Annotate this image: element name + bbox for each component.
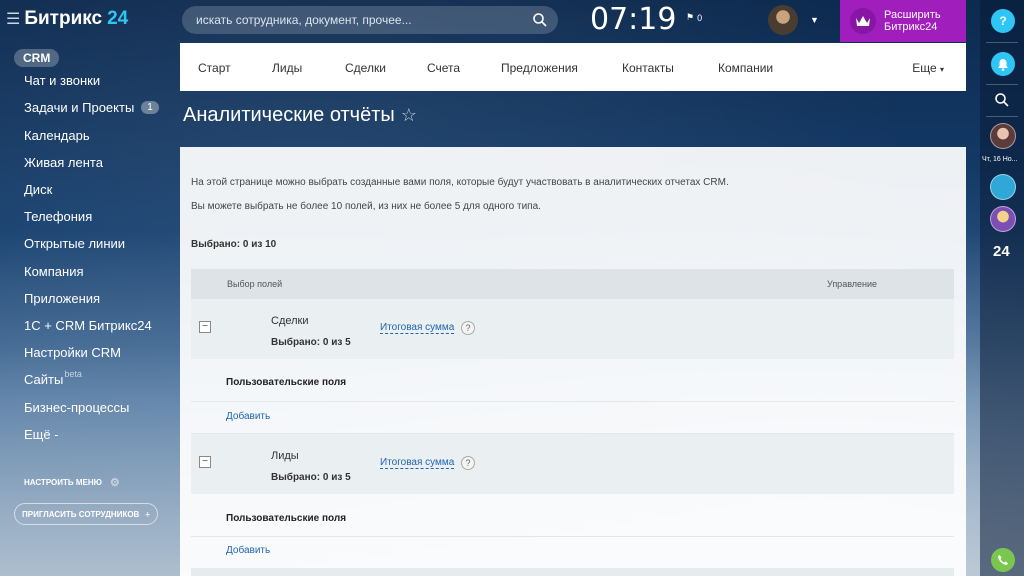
right-rail: ? Чт, 16 Но... 24 (980, 0, 1024, 576)
beta-label: beta (64, 368, 82, 379)
tab-more[interactable]: Еще ▾ (912, 61, 944, 75)
contact-avatar[interactable] (990, 206, 1016, 232)
add-field-link[interactable]: Добавить (226, 411, 270, 422)
logo-area: ☰ Битрикс 24 (6, 8, 128, 30)
open-lines-avatar[interactable] (990, 174, 1016, 200)
sidebar-item-sites[interactable]: Сайты beta (0, 366, 170, 393)
sidebar-item-calendar[interactable]: Календарь (0, 122, 170, 149)
chevron-down-icon: ▾ (939, 65, 944, 74)
divider (986, 116, 1018, 117)
tab-companies[interactable]: Компании (718, 61, 773, 75)
menu-icon[interactable]: ☰ (6, 9, 20, 29)
sidebar-item-apps[interactable]: Приложения (0, 285, 170, 312)
tasks-counter-badge: 1 (141, 101, 159, 115)
left-sidebar: CRM Чат и звонки Задачи и Проекты 1 Кален… (0, 40, 170, 448)
upgrade-line2: Битрикс24 (884, 21, 938, 33)
search-icon[interactable] (532, 12, 548, 28)
sidebar-item-crm-settings[interactable]: Настройки CRM (0, 339, 170, 366)
star-icon[interactable]: ☆ (401, 105, 417, 126)
content-panel: На этой странице можно выбрать созданные… (180, 147, 966, 576)
add-field-link[interactable]: Добавить (226, 545, 270, 556)
sidebar-item-open-lines[interactable]: Открытые линии (0, 230, 170, 257)
group-leads: − Лиды Выбрано: 0 из 5 Итоговая сумма ? (191, 434, 954, 494)
upgrade-button[interactable]: Расширить Битрикс24 (840, 0, 966, 42)
custom-fields-title: Пользовательские поля (226, 513, 347, 524)
help-icon[interactable]: ? (461, 456, 475, 470)
help-icon[interactable]: ? (461, 321, 475, 335)
configure-menu-button[interactable]: НАСТРОИТЬ МЕНЮ ⚙ (24, 476, 120, 489)
chevron-down-icon[interactable]: ▼ (810, 15, 819, 25)
b24-logo-icon[interactable]: 24 (993, 243, 1010, 260)
total-sum-link[interactable]: Итоговая сумма (380, 322, 455, 334)
flag-count: 0 (697, 12, 703, 23)
divider (191, 401, 954, 402)
bell-icon[interactable] (991, 52, 1015, 76)
phone-icon[interactable] (991, 548, 1015, 572)
help-button[interactable]: ? (991, 9, 1015, 33)
sidebar-item-tasks[interactable]: Задачи и Проекты 1 (0, 94, 170, 121)
tab-invoices[interactable]: Счета (427, 61, 460, 75)
sidebar-item-chat[interactable]: Чат и звонки (0, 67, 170, 94)
tab-start[interactable]: Старт (198, 61, 231, 75)
sidebar-item-feed[interactable]: Живая лента (0, 149, 170, 176)
divider (986, 42, 1018, 43)
sidebar-item-more[interactable]: Ещё - (0, 421, 170, 448)
tab-quotes[interactable]: Предложения (501, 61, 578, 75)
plus-icon: + (145, 509, 151, 519)
description-line-1: На этой странице можно выбрать созданные… (191, 177, 729, 188)
search-input[interactable] (182, 6, 558, 34)
gear-icon: ⚙ (109, 477, 120, 489)
group-deals: − Сделки Выбрано: 0 из 5 Итоговая сумма … (191, 299, 954, 359)
group-selected: Выбрано: 0 из 5 (271, 472, 351, 483)
tab-leads[interactable]: Лиды (272, 61, 302, 75)
sidebar-item-1c-crm[interactable]: 1С + CRM Битрикс24 (0, 312, 170, 339)
search-box (182, 6, 558, 34)
sidebar-item-disk[interactable]: Диск (0, 176, 170, 203)
sidebar-item-bizproc[interactable]: Бизнес-процессы (0, 393, 170, 420)
tab-deals[interactable]: Сделки (345, 61, 386, 75)
sidebar-item-telephony[interactable]: Телефония (0, 203, 170, 230)
user-avatar[interactable] (768, 5, 798, 35)
chat-date: Чт, 16 Но... (982, 156, 1018, 163)
next-group-stub (191, 568, 954, 576)
collapse-toggle[interactable]: − (199, 321, 211, 333)
description-line-2: Вы можете выбрать не более 10 полей, из … (191, 201, 541, 212)
upgrade-line1: Расширить (884, 9, 941, 21)
total-sum-link[interactable]: Итоговая сумма (380, 457, 455, 469)
col-manage: Управление (827, 279, 878, 289)
group-selected: Выбрано: 0 из 5 (271, 337, 351, 348)
clock[interactable]: 07:19 (590, 2, 676, 37)
selected-total: Выбрано: 0 из 10 (191, 239, 277, 250)
crm-tabs: Старт Лиды Сделки Счета Предложения Конт… (180, 43, 966, 91)
recent-chat-avatar[interactable] (990, 123, 1016, 149)
logo[interactable]: Битрикс 24 (24, 8, 128, 30)
divider (986, 84, 1018, 85)
work-flag[interactable]: ⚑ 0 (686, 12, 702, 23)
invite-button[interactable]: ПРИГЛАСИТЬ СОТРУДНИКОВ + (14, 503, 158, 525)
group-name: Сделки (271, 315, 309, 327)
flag-icon: ⚑ (686, 12, 695, 22)
custom-fields-title: Пользовательские поля (226, 377, 347, 388)
group-name: Лиды (271, 450, 299, 462)
table-header: Выбор полей Управление (191, 269, 954, 299)
top-header: ☰ Битрикс24 07:19 ⚑0 ▼ Расширить Битрикс… (0, 0, 966, 42)
tab-contacts[interactable]: Контакты (622, 61, 674, 75)
search-icon[interactable] (994, 92, 1010, 108)
page-title: Аналитические отчёты ☆ (183, 104, 417, 126)
collapse-toggle[interactable]: − (199, 456, 211, 468)
col-fields: Выбор полей (227, 279, 283, 289)
sidebar-item-company[interactable]: Компания (0, 258, 170, 285)
divider (191, 536, 954, 537)
crown-icon (850, 8, 876, 34)
